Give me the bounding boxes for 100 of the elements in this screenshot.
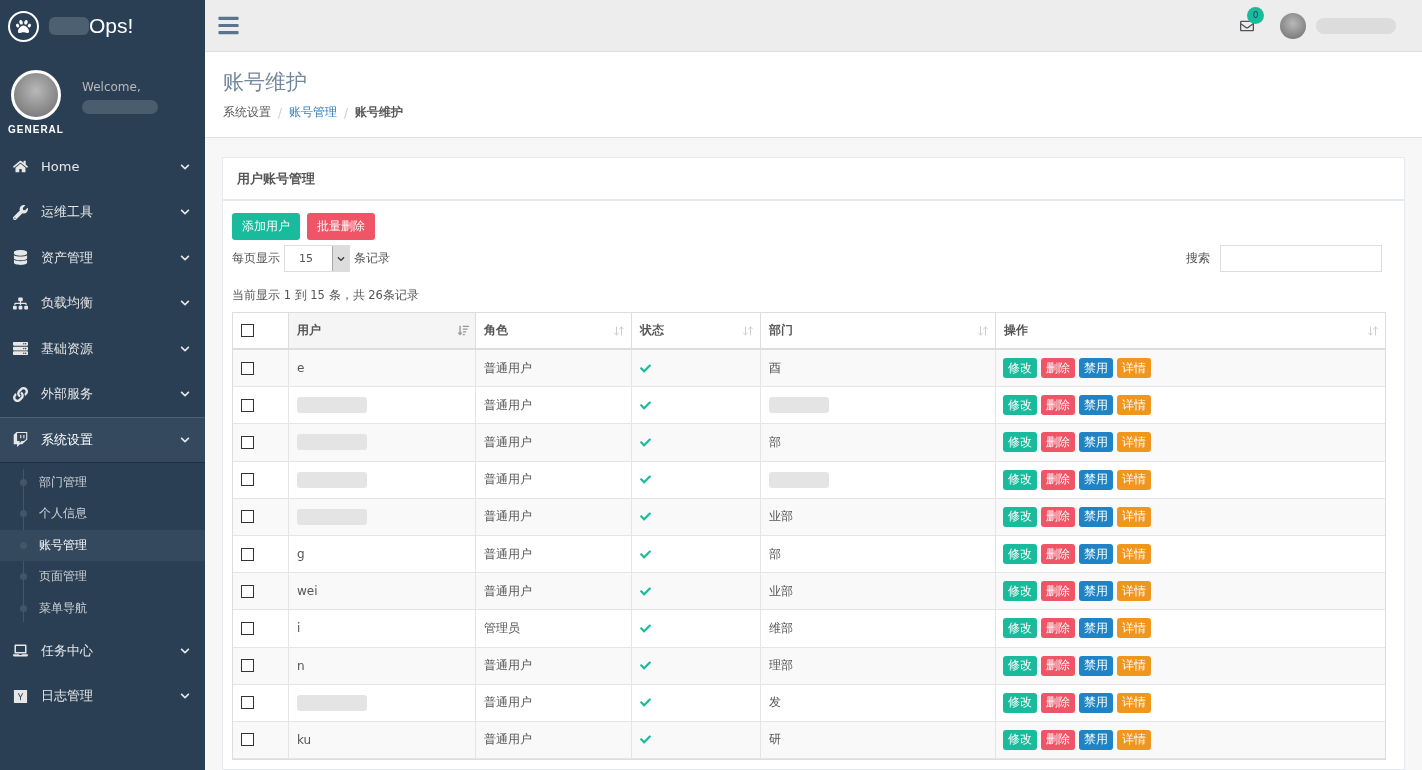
checkbox[interactable] <box>241 659 254 673</box>
submenu-item[interactable]: 部门管理 <box>0 466 205 498</box>
table-cell: 普通用户 <box>476 573 632 610</box>
edit-button[interactable]: 修改 <box>1003 618 1037 639</box>
details-button[interactable]: 详情 <box>1117 506 1151 527</box>
disable-button[interactable]: 禁用 <box>1079 618 1113 639</box>
details-button[interactable]: 详情 <box>1117 432 1151 453</box>
submenu-item[interactable]: 菜单导航 <box>0 592 205 624</box>
details-button[interactable]: 详情 <box>1117 692 1151 713</box>
breadcrumb-separator: / <box>344 105 349 120</box>
menu-item[interactable]: 负载均衡 <box>0 280 205 326</box>
disable-button[interactable]: 禁用 <box>1079 432 1113 453</box>
menu-item[interactable]: 日志管理 <box>0 673 205 719</box>
search-label: 搜索 <box>1186 250 1210 267</box>
checkbox[interactable] <box>241 547 254 561</box>
edit-button[interactable]: 修改 <box>1003 469 1037 490</box>
checkbox[interactable] <box>241 398 254 412</box>
checkbox[interactable] <box>241 510 254 524</box>
table-cell: 普通用户 <box>476 498 632 535</box>
delete-button[interactable]: 删除 <box>1041 506 1075 527</box>
delete-button[interactable]: 删除 <box>1041 581 1075 602</box>
edit-button[interactable]: 修改 <box>1003 432 1037 453</box>
disable-button[interactable]: 禁用 <box>1079 692 1113 713</box>
delete-button[interactable]: 删除 <box>1041 358 1075 379</box>
table-cell: n <box>289 647 476 684</box>
disable-button[interactable]: 禁用 <box>1079 358 1113 379</box>
checkbox[interactable] <box>241 435 254 449</box>
details-button[interactable]: 详情 <box>1117 469 1151 490</box>
edit-button[interactable]: 修改 <box>1003 692 1037 713</box>
checkbox[interactable] <box>241 361 254 375</box>
edit-button[interactable]: 修改 <box>1003 655 1037 676</box>
delete-button[interactable]: 删除 <box>1041 544 1075 565</box>
edit-button[interactable]: 修改 <box>1003 581 1037 602</box>
delete-button[interactable]: 删除 <box>1041 729 1075 750</box>
search-field[interactable] <box>1220 245 1382 272</box>
details-button[interactable]: 详情 <box>1117 544 1151 565</box>
details-button[interactable]: 详情 <box>1117 358 1151 379</box>
table-cell: 普通用户 <box>476 461 632 498</box>
delete-button[interactable]: 删除 <box>1041 655 1075 676</box>
details-button[interactable]: 详情 <box>1117 618 1151 639</box>
details-button[interactable]: 详情 <box>1117 395 1151 416</box>
submenu-item[interactable]: 个人信息 <box>0 498 205 530</box>
delete-button[interactable]: 删除 <box>1041 395 1075 416</box>
menu-item[interactable]: 资产管理 <box>0 235 205 281</box>
page-size-select[interactable]: 15 <box>284 245 350 272</box>
menu-item[interactable]: Home <box>0 144 205 190</box>
brand-name: Ops! <box>89 14 134 38</box>
table-cell: 普通用户 <box>476 350 632 387</box>
menu-item[interactable]: 系统设置 <box>0 417 205 463</box>
bulk-delete-button[interactable]: 批量删除 <box>307 213 375 240</box>
delete-button[interactable]: 删除 <box>1041 469 1075 490</box>
disable-button[interactable]: 禁用 <box>1079 581 1113 602</box>
details-button[interactable]: 详情 <box>1117 581 1151 602</box>
menu-icon[interactable] <box>217 14 240 37</box>
checkbox[interactable] <box>241 584 254 598</box>
user-role: GENERAL <box>8 124 64 135</box>
panel-title: 用户账号管理 <box>237 169 315 188</box>
disable-button[interactable]: 禁用 <box>1079 469 1113 490</box>
table-cell: 发 <box>761 684 996 721</box>
column-header[interactable]: 用户 <box>289 313 476 348</box>
welcome-text: Welcome, <box>82 80 142 94</box>
edit-button[interactable]: 修改 <box>1003 358 1037 379</box>
disable-button[interactable]: 禁用 <box>1079 729 1113 750</box>
submenu-item[interactable]: 账号管理 <box>0 529 205 561</box>
disable-button[interactable]: 禁用 <box>1079 395 1113 416</box>
checkbox[interactable] <box>241 324 254 337</box>
breadcrumb-link[interactable]: 账号管理 <box>289 104 338 121</box>
notification-badge: 0 <box>1247 6 1264 24</box>
sort-icon <box>977 324 989 337</box>
table-cell: 维部 <box>761 610 996 647</box>
menu-item[interactable]: 外部服务 <box>0 371 205 417</box>
delete-button[interactable]: 删除 <box>1041 618 1075 639</box>
disable-button[interactable]: 禁用 <box>1079 544 1113 565</box>
checkbox[interactable] <box>241 733 254 747</box>
table-cell: wei <box>289 573 476 610</box>
details-button[interactable]: 详情 <box>1117 655 1151 676</box>
menu-item[interactable]: 任务中心 <box>0 628 205 674</box>
chevron-down-icon <box>180 343 190 354</box>
add-user-button[interactable]: 添加用户 <box>232 213 300 240</box>
sort-desc-icon <box>458 325 469 336</box>
database-icon <box>12 250 28 266</box>
delete-button[interactable]: 删除 <box>1041 692 1075 713</box>
edit-button[interactable]: 修改 <box>1003 729 1037 750</box>
disable-button[interactable]: 禁用 <box>1079 506 1113 527</box>
delete-button[interactable]: 删除 <box>1041 432 1075 453</box>
disable-button[interactable]: 禁用 <box>1079 655 1113 676</box>
avatar[interactable] <box>1280 12 1306 39</box>
checkbox[interactable] <box>241 473 254 487</box>
edit-button[interactable]: 修改 <box>1003 506 1037 527</box>
menu-item[interactable]: 基础资源 <box>0 326 205 372</box>
table-cell: 管理员 <box>476 610 632 647</box>
sort-icon <box>1367 324 1379 337</box>
details-button[interactable]: 详情 <box>1117 729 1151 750</box>
checkbox[interactable] <box>241 621 254 635</box>
menu-item[interactable]: 运维工具 <box>0 189 205 235</box>
edit-button[interactable]: 修改 <box>1003 395 1037 416</box>
submenu-item[interactable]: 页面管理 <box>0 561 205 593</box>
edit-button[interactable]: 修改 <box>1003 544 1037 565</box>
table-cell: e <box>289 350 476 387</box>
checkbox[interactable] <box>241 696 254 710</box>
